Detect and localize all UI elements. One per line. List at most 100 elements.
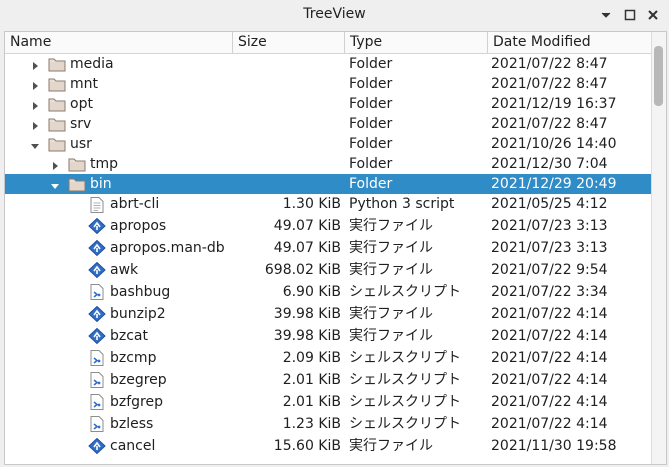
row-type: Folder	[349, 136, 393, 152]
row-date: 2021/07/22 4:14	[491, 394, 608, 410]
row-name: opt	[70, 96, 93, 112]
close-icon[interactable]	[646, 8, 660, 22]
shell-script-icon	[88, 394, 106, 410]
row-size: 1.23 KiB	[282, 416, 341, 432]
row-size	[233, 74, 341, 94]
row-date: 2021/07/22 8:47	[491, 116, 608, 132]
row-name: mnt	[70, 76, 98, 92]
row-size: 2.09 KiB	[282, 350, 341, 366]
expand-arrow-icon[interactable]	[30, 79, 40, 90]
row-name: bzcat	[110, 328, 149, 344]
row-date: 2021/10/26 14:40	[491, 136, 617, 152]
row-size	[233, 114, 341, 134]
row-size: 698.02 KiB	[264, 262, 341, 278]
tree-row-file[interactable]: bashbug 6.90 KiB シェルスクリプト 2021/07/22 3:34	[5, 281, 652, 303]
row-date: 2021/12/19 16:37	[491, 96, 617, 112]
row-type: 実行ファイル	[349, 328, 433, 344]
column-header-name[interactable]: Name	[5, 32, 233, 53]
row-date: 2021/07/22 4:14	[491, 306, 608, 322]
title-bar[interactable]: TreeView	[0, 0, 669, 30]
tree-row-file[interactable]: bzless 1.23 KiB シェルスクリプト 2021/07/22 4:14	[5, 413, 652, 435]
tree-row-folder[interactable]: srv Folder 2021/07/22 8:47	[5, 114, 652, 134]
column-header-date[interactable]: Date Modified	[488, 32, 652, 53]
tree-row-file[interactable]: bunzip2 39.98 KiB 実行ファイル 2021/07/22 4:14	[5, 303, 652, 325]
row-type: 実行ファイル	[349, 240, 433, 256]
row-date: 2021/07/22 9:54	[491, 262, 608, 278]
executable-icon	[88, 239, 106, 257]
tree-row-file[interactable]: awk 698.02 KiB 実行ファイル 2021/07/22 9:54	[5, 259, 652, 281]
row-date: 2021/07/23 3:13	[491, 218, 608, 234]
row-type: 実行ファイル	[349, 262, 433, 278]
tree-row-file[interactable]: bzfgrep 2.01 KiB シェルスクリプト 2021/07/22 4:14	[5, 391, 652, 413]
row-size	[233, 174, 341, 194]
row-date: 2021/07/23 3:13	[491, 240, 608, 256]
tree-row-file[interactable]: bzegrep 2.01 KiB シェルスクリプト 2021/07/22 4:14	[5, 369, 652, 391]
row-type: シェルスクリプト	[349, 284, 461, 300]
tree-row-folder[interactable]: media Folder 2021/07/22 8:47	[5, 54, 652, 74]
row-name: media	[70, 56, 114, 72]
row-size	[233, 54, 341, 74]
row-size: 2.01 KiB	[282, 372, 341, 388]
row-type: シェルスクリプト	[349, 372, 461, 388]
column-header-size[interactable]: Size	[233, 32, 345, 53]
window-title: TreeView	[303, 6, 366, 22]
row-type: Folder	[349, 156, 393, 172]
maximize-icon[interactable]	[623, 8, 637, 22]
tree-row-file[interactable]: apropos 49.07 KiB 実行ファイル 2021/07/23 3:13	[5, 215, 652, 237]
expand-arrow-icon[interactable]	[30, 59, 40, 70]
vertical-scrollbar[interactable]	[651, 32, 666, 464]
collapse-arrow-icon[interactable]	[50, 179, 60, 189]
tree-row-folder[interactable]: bin Folder 2021/12/29 20:49	[5, 174, 652, 194]
row-name: apropos	[110, 218, 167, 234]
expand-arrow-icon[interactable]	[30, 119, 40, 130]
tree-row-folder[interactable]: tmp Folder 2021/12/30 7:04	[5, 154, 652, 174]
column-header-type[interactable]: Type	[345, 32, 488, 53]
folder-icon	[68, 156, 86, 172]
executable-icon	[88, 437, 106, 455]
row-type: 実行ファイル	[349, 438, 433, 454]
row-name: bzfgrep	[110, 394, 163, 410]
row-size: 1.30 KiB	[282, 196, 341, 212]
tree-row-folder[interactable]: opt Folder 2021/12/19 16:37	[5, 94, 652, 114]
row-name: bashbug	[110, 284, 171, 300]
row-size: 39.98 KiB	[273, 328, 341, 344]
row-name: tmp	[90, 156, 119, 172]
scrollbar-thumb[interactable]	[654, 46, 663, 106]
text-file-icon	[88, 196, 106, 213]
collapse-arrow-icon[interactable]	[30, 139, 40, 149]
row-type: Folder	[349, 76, 393, 92]
folder-icon	[68, 176, 86, 192]
row-date: 2021/05/25 4:12	[491, 196, 608, 212]
row-size	[233, 154, 341, 174]
row-name: srv	[70, 116, 92, 132]
tree-row-file[interactable]: abrt-cli 1.30 KiB Python 3 script 2021/05/2…	[5, 194, 652, 215]
row-name: bzegrep	[110, 372, 167, 388]
shell-script-icon	[88, 416, 106, 432]
expand-arrow-icon[interactable]	[50, 159, 60, 170]
row-size: 15.60 KiB	[273, 438, 341, 454]
row-name: bzless	[110, 416, 154, 432]
tree-row-file[interactable]: apropos.man-db 49.07 KiB 実行ファイル 2021/07/23 …	[5, 237, 652, 259]
tree-row-file[interactable]: bzcat 39.98 KiB 実行ファイル 2021/07/22 4:14	[5, 325, 652, 347]
row-name: bzcmp	[110, 350, 157, 366]
tree-row-folder[interactable]: mnt Folder 2021/07/22 8:47	[5, 74, 652, 94]
tree-row-file[interactable]: bzcmp 2.09 KiB シェルスクリプト 2021/07/22 4:14	[5, 347, 652, 369]
tree-view[interactable]: Name Size Type Date Modified media Folder…	[4, 31, 667, 465]
expand-arrow-icon[interactable]	[30, 99, 40, 110]
row-date: 2021/12/30 7:04	[491, 156, 608, 172]
row-date: 2021/07/22 4:14	[491, 416, 608, 432]
row-name: cancel	[110, 438, 156, 454]
row-type: Folder	[349, 176, 393, 192]
minimize-icon[interactable]	[599, 8, 613, 22]
row-name: bin	[90, 176, 112, 192]
folder-icon	[48, 56, 66, 72]
row-size: 6.90 KiB	[282, 284, 341, 300]
row-name: usr	[70, 136, 92, 152]
tree-row-folder[interactable]: usr Folder 2021/10/26 14:40	[5, 134, 652, 154]
row-name: awk	[110, 262, 139, 278]
folder-icon	[48, 116, 66, 132]
tree-row-file[interactable]: cancel 15.60 KiB 実行ファイル 2021/11/30 19:58	[5, 435, 652, 457]
row-type: Folder	[349, 56, 393, 72]
row-type: Folder	[349, 116, 393, 132]
row-date: 2021/12/29 20:49	[491, 176, 617, 192]
